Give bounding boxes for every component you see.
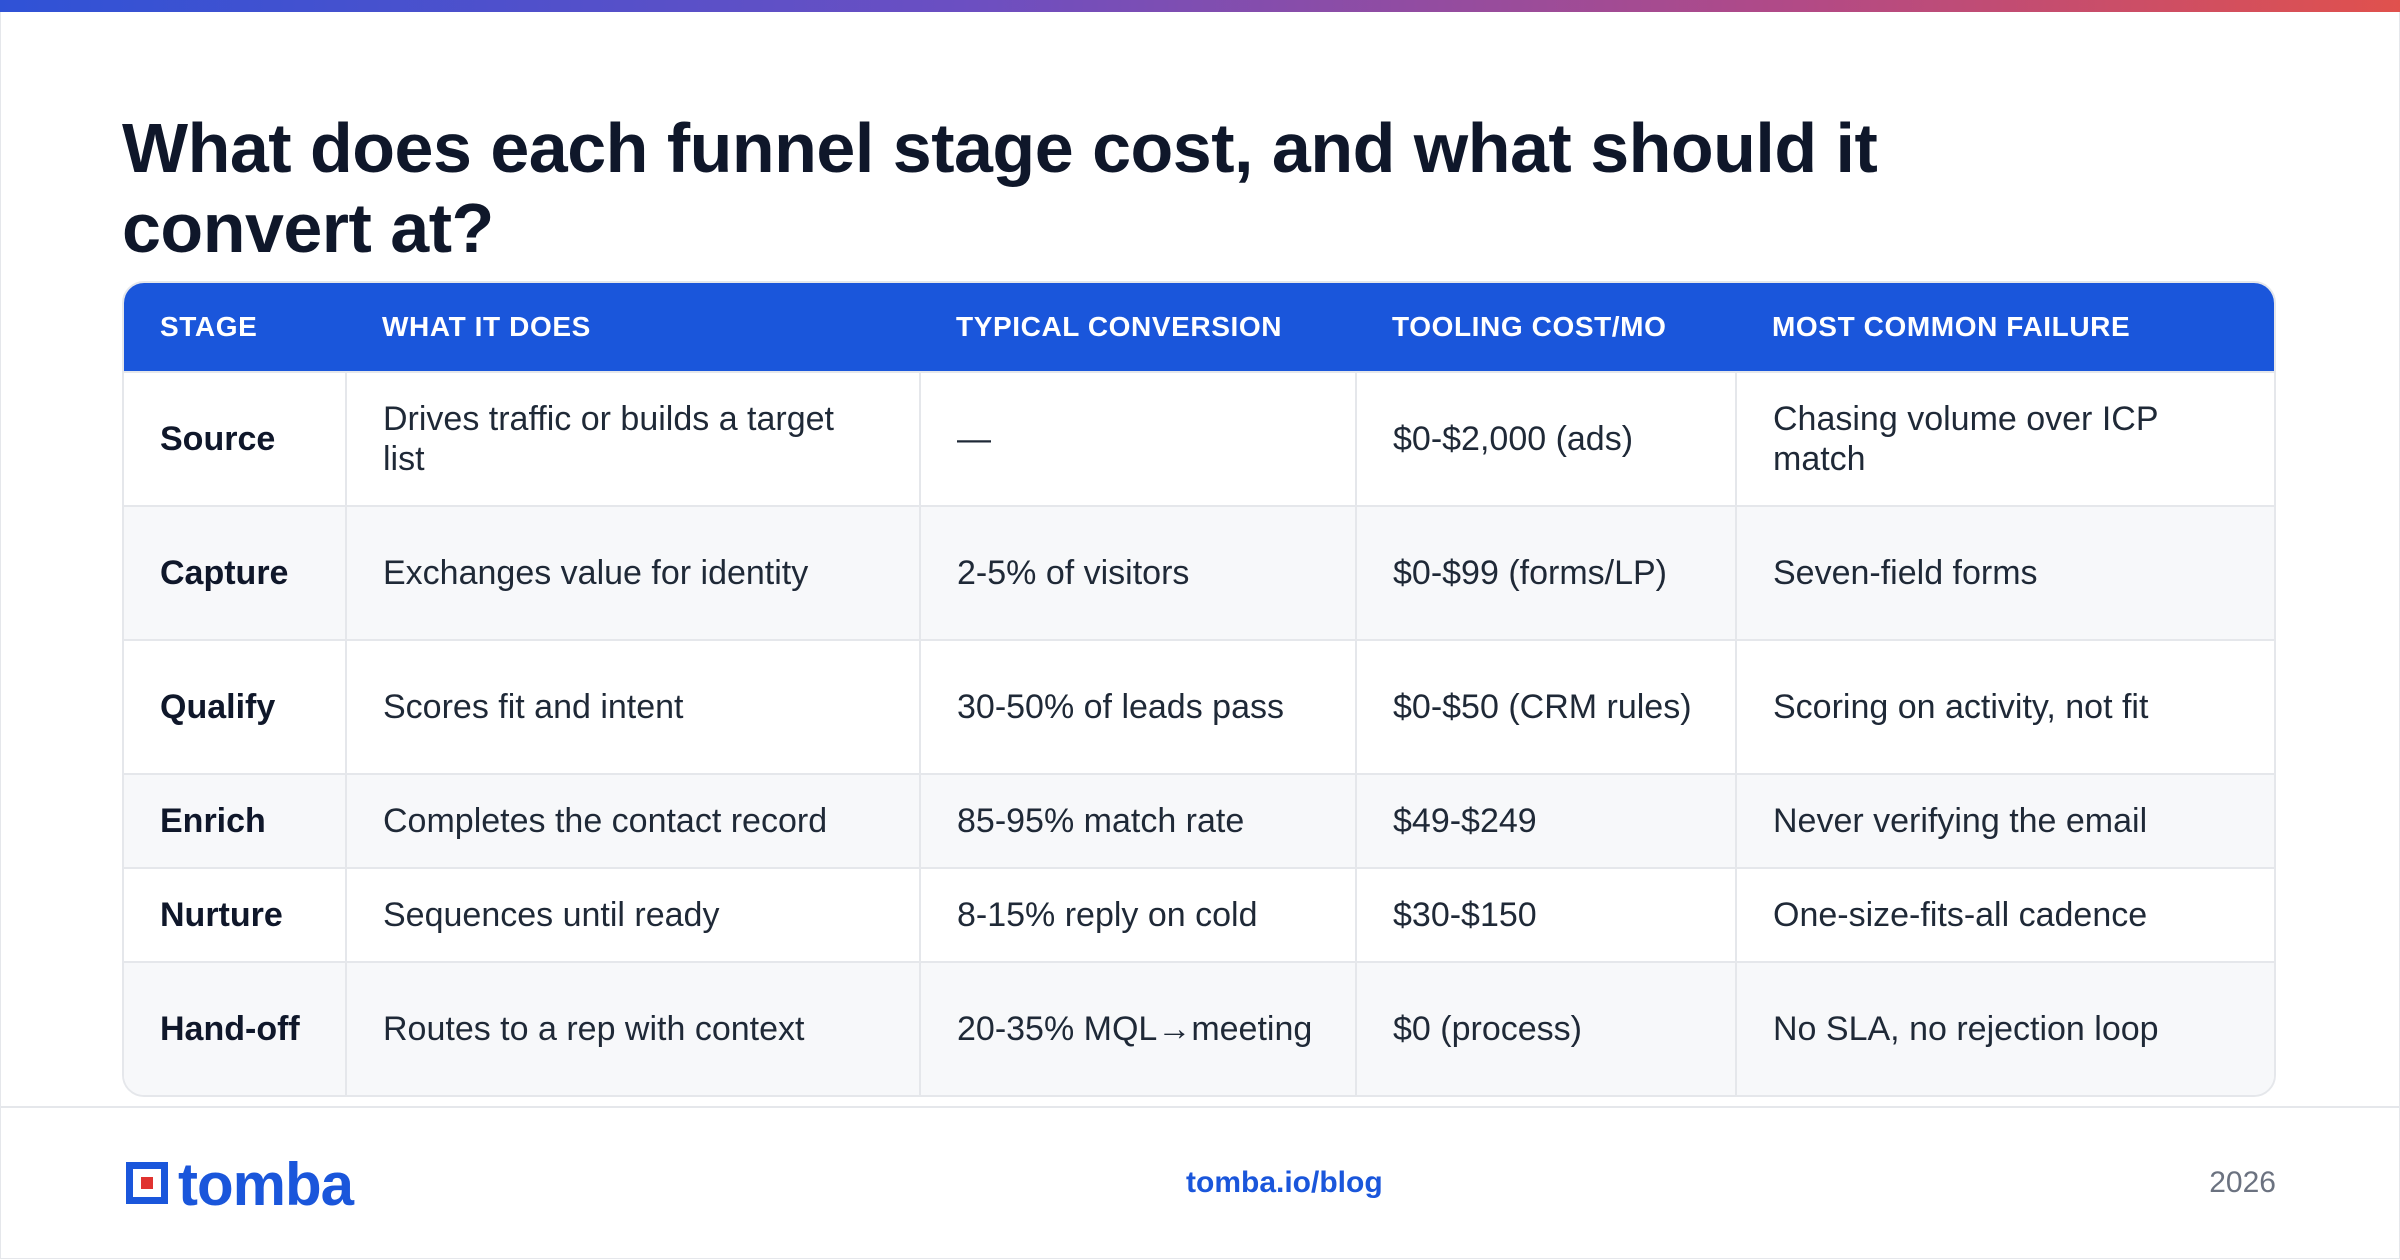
failure-cell: Scoring on activity, not fit — [1735, 639, 2274, 774]
column-header-tooling-cost: TOOLING COST/MO — [1356, 283, 1736, 372]
table-row: Qualify Scores fit and intent 30-50% of … — [124, 639, 2274, 774]
conversion-cell: 20-35% MQL→meeting — [919, 961, 1356, 1095]
logo-wordmark: tomba — [178, 1151, 354, 1218]
failure-cell: Chasing volume over ICP match — [1735, 371, 2274, 506]
table-row: Nurture Sequences until ready 8-15% repl… — [124, 867, 2274, 962]
stage-cell: Enrich — [124, 773, 346, 868]
failure-cell: Never verifying the email — [1735, 773, 2274, 868]
tooling-cost-cell: $0-$2,000 (ads) — [1355, 371, 1736, 506]
footer-year: 2026 — [2209, 1166, 2276, 1199]
stage-cell: Hand-off — [124, 961, 346, 1095]
what-it-does-cell: Drives traffic or builds a target list — [345, 371, 920, 506]
tooling-cost-cell: $30-$150 — [1355, 867, 1736, 962]
tooling-cost-cell: $0 (process) — [1355, 961, 1736, 1095]
page-title: What does each funnel stage cost, and wh… — [122, 109, 1878, 267]
stage-cell: Nurture — [124, 867, 346, 962]
tooling-cost-cell: $0-$99 (forms/LP) — [1355, 505, 1736, 640]
failure-cell: One-size-fits-all cadence — [1735, 867, 2274, 962]
column-header-typical-conversion: TYPICAL CONVERSION — [920, 283, 1356, 372]
failure-cell: No SLA, no rejection loop — [1735, 961, 2274, 1095]
failure-cell: Seven-field forms — [1735, 505, 2274, 640]
stage-cell: Capture — [124, 505, 346, 640]
tooling-cost-cell: $0-$50 (CRM rules) — [1355, 639, 1736, 774]
column-header-most-common-failure: MOST COMMON FAILURE — [1736, 283, 2274, 372]
what-it-does-cell: Exchanges value for identity — [345, 505, 920, 640]
conversion-cell: 2-5% of visitors — [919, 505, 1356, 640]
table-row: Hand-off Routes to a rep with context 20… — [124, 961, 2274, 1095]
what-it-does-cell: Routes to a rep with context — [345, 961, 920, 1095]
conversion-cell: 8-15% reply on cold — [919, 867, 1356, 962]
table-header-row: STAGE WHAT IT DOES TYPICAL CONVERSION TO… — [124, 283, 2274, 372]
table-row: Capture Exchanges value for identity 2-5… — [124, 505, 2274, 640]
table-row: Enrich Completes the contact record 85-9… — [124, 773, 2274, 868]
what-it-does-cell: Sequences until ready — [345, 867, 920, 962]
footer-divider — [0, 1106, 2400, 1108]
what-it-does-cell: Completes the contact record — [345, 773, 920, 868]
blog-link[interactable]: tomba.io/blog — [1186, 1166, 1383, 1200]
tomba-logo-icon — [122, 1158, 172, 1213]
funnel-stage-table: STAGE WHAT IT DOES TYPICAL CONVERSION TO… — [124, 283, 2274, 1095]
conversion-cell: — — [919, 371, 1356, 506]
table-row: Source Drives traffic or builds a target… — [124, 371, 2274, 506]
column-header-stage: STAGE — [124, 283, 346, 372]
conversion-cell: 85-95% match rate — [919, 773, 1356, 868]
funnel-table-container: STAGE WHAT IT DOES TYPICAL CONVERSION TO… — [122, 281, 2276, 1097]
tooling-cost-cell: $49-$249 — [1355, 773, 1736, 868]
stage-cell: Source — [124, 371, 346, 506]
top-gradient-bar — [0, 0, 2400, 12]
tomba-logo[interactable]: tomba — [122, 1151, 354, 1218]
column-header-what-it-does: WHAT IT DOES — [346, 283, 920, 372]
what-it-does-cell: Scores fit and intent — [345, 639, 920, 774]
stage-cell: Qualify — [124, 639, 346, 774]
conversion-cell: 30-50% of leads pass — [919, 639, 1356, 774]
